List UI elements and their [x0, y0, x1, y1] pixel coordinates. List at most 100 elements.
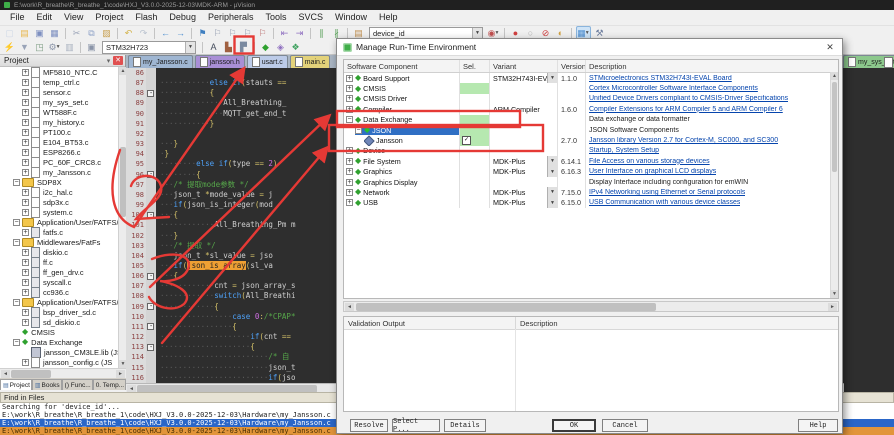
sel-cell[interactable]	[460, 83, 490, 93]
menu-tools[interactable]: Tools	[259, 10, 292, 25]
tree-item[interactable]: ◆CMSIS	[0, 327, 126, 337]
expand-icon[interactable]: +	[22, 109, 29, 116]
help-button[interactable]: Help	[798, 419, 838, 432]
component-row-jansson[interactable]: Jansson✓2.7.0Jansson library Version 2.7…	[344, 135, 838, 145]
translate-icon[interactable]: A	[207, 41, 220, 53]
panel-tab-books[interactable]: ▥Books	[32, 379, 62, 390]
lint-icon[interactable]: ▥	[63, 41, 76, 53]
menu-debug[interactable]: Debug	[163, 10, 202, 25]
tree-item[interactable]: +ff.c	[0, 257, 126, 267]
fold-collapse-icon[interactable]	[147, 171, 154, 178]
grid-hscrollbar[interactable]: ◄ ►	[343, 301, 839, 312]
target-select-combo[interactable]: STM32H723▼	[102, 41, 196, 54]
menu-project[interactable]: Project	[89, 10, 129, 25]
scroll-down-icon[interactable]: ▼	[831, 290, 838, 298]
menu-help[interactable]: Help	[373, 10, 404, 25]
column-header-version[interactable]: Version	[558, 60, 586, 72]
fold-collapse-icon[interactable]	[147, 323, 154, 330]
description-link[interactable]: Unified Device Drivers compliant to CMSI…	[586, 95, 788, 102]
start-debug-session-icon[interactable]: ◳	[33, 41, 46, 53]
tree-item[interactable]: +temp_ctrl.c	[0, 77, 126, 87]
expand-icon[interactable]: +	[22, 269, 29, 276]
expand-icon[interactable]: +	[22, 229, 29, 236]
collapse-icon[interactable]: −	[13, 339, 20, 346]
menu-svcs[interactable]: SVCS	[293, 10, 330, 25]
description-link[interactable]: STMicroelectronics STM32H743I-EVAL Board	[586, 75, 732, 82]
expand-icon[interactable]: +	[22, 259, 29, 266]
tree-item[interactable]: +MF5810_NTC.C	[0, 67, 126, 77]
tree-item[interactable]: +cc936.c	[0, 287, 126, 297]
tree-item[interactable]: +i2c_hal.c	[0, 187, 126, 197]
fold-collapse-icon[interactable]	[147, 303, 154, 310]
flash-download-icon[interactable]: ⚡	[3, 41, 16, 53]
description-link[interactable]: Jansson library Version 2.7 for Cortex-M…	[586, 137, 778, 144]
scrollbar-thumb[interactable]	[356, 303, 656, 311]
pack-installer-icon[interactable]: ◈	[274, 41, 287, 53]
sel-cell[interactable]	[460, 167, 490, 177]
expand-icon[interactable]: +	[22, 199, 29, 206]
scroll-up-icon[interactable]: ▲	[831, 72, 838, 80]
expand-icon[interactable]: +	[22, 79, 29, 86]
tree-item[interactable]: −Middlewares/FatFs	[0, 237, 126, 247]
expand-icon[interactable]: +	[22, 139, 29, 146]
scroll-right-icon[interactable]: ►	[828, 303, 837, 311]
expand-icon[interactable]: +	[22, 319, 29, 326]
component-row-usb[interactable]: +◆USBMDK-Plus▼6.15.0USB Communication wi…	[344, 198, 838, 208]
expand-icon[interactable]: +	[22, 119, 29, 126]
variant-dropdown-icon[interactable]: ▼	[547, 187, 557, 197]
tree-item[interactable]: +PT100.c	[0, 127, 126, 137]
scroll-down-icon[interactable]: ▼	[119, 360, 126, 368]
expand-icon[interactable]: +	[346, 168, 353, 175]
component-row-board-support[interactable]: +◆Board SupportSTM32H743I-EVAL▼1.1.0STMi…	[344, 73, 838, 83]
options-for-target-icon[interactable]: ⚙▼	[48, 41, 61, 53]
redo-icon[interactable]: ↷	[137, 27, 150, 39]
component-row-device[interactable]: +◆DeviceStartup, System Setup	[344, 146, 838, 156]
tree-item[interactable]: +E104_BT53.c	[0, 137, 126, 147]
sel-cell[interactable]: ✓	[460, 135, 490, 145]
component-row-cmsis-driver[interactable]: +◆CMSIS DriverUnified Device Drivers com…	[344, 94, 838, 104]
bookmark-next-icon[interactable]: ⚐	[241, 27, 254, 39]
expand-icon[interactable]: +	[346, 85, 353, 92]
tree-item[interactable]: +sd_diskio.c	[0, 317, 126, 327]
expand-icon[interactable]: +	[22, 309, 29, 316]
ok-button[interactable]: OK	[552, 419, 596, 432]
checkbox-checked-icon[interactable]: ✓	[462, 136, 471, 145]
tree-item[interactable]: jansson_CM3LE.lib (JS	[0, 347, 126, 357]
collapse-icon[interactable]: −	[346, 116, 353, 123]
save-all-icon[interactable]: ▦	[48, 27, 61, 39]
bookmark-prev-icon[interactable]: ⚐	[226, 27, 239, 39]
scroll-left-icon[interactable]: ◄	[1, 370, 10, 378]
expand-icon[interactable]: +	[22, 89, 29, 96]
column-header-variant[interactable]: Variant	[490, 60, 558, 72]
panel-tab-functions[interactable]: () Func...	[62, 379, 93, 390]
tree-item[interactable]: −SDP8X	[0, 177, 126, 187]
flash-erase-icon[interactable]: ▼	[18, 41, 31, 53]
description-link[interactable]: USB Communication with various device cl…	[586, 199, 740, 206]
save-icon[interactable]: ▣	[33, 27, 46, 39]
sel-cell[interactable]	[460, 104, 490, 114]
expand-icon[interactable]: +	[22, 169, 29, 176]
new-file-icon[interactable]: ▢	[3, 27, 16, 39]
menu-flash[interactable]: Flash	[129, 10, 163, 25]
sel-cell[interactable]	[460, 94, 490, 104]
tree-item[interactable]: +jansson_config.c (JS	[0, 357, 126, 367]
indent-left-icon[interactable]: ⇤	[278, 27, 291, 39]
expand-icon[interactable]: +	[346, 179, 353, 186]
tree-item[interactable]: +sensor.c	[0, 87, 126, 97]
project-tree-vscrollbar[interactable]: ▲ ▼	[118, 67, 126, 368]
sel-cell[interactable]	[460, 73, 490, 83]
rebuild-icon[interactable]: ▛	[237, 41, 250, 53]
editor-tab-usart-c[interactable]: usart.c	[247, 55, 288, 68]
expand-icon[interactable]: +	[22, 249, 29, 256]
expand-icon[interactable]: +	[346, 158, 353, 165]
paste-icon[interactable]: ▨	[100, 27, 113, 39]
component-row-graphics-display[interactable]: +◆Graphics DisplayDisplay Interface incl…	[344, 177, 838, 187]
copy-icon[interactable]: ⧉	[85, 27, 98, 39]
details-button[interactable]: Details	[444, 419, 486, 432]
expand-icon[interactable]: +	[346, 106, 353, 113]
tree-item[interactable]: −◆Data Exchange	[0, 337, 126, 347]
navigate-forward-icon[interactable]: →	[174, 27, 187, 39]
editor-tab-jansson-h[interactable]: jansson.h	[195, 55, 245, 68]
expand-icon[interactable]: +	[22, 279, 29, 286]
tree-item[interactable]: −Application/User/FATFS/	[0, 217, 126, 227]
